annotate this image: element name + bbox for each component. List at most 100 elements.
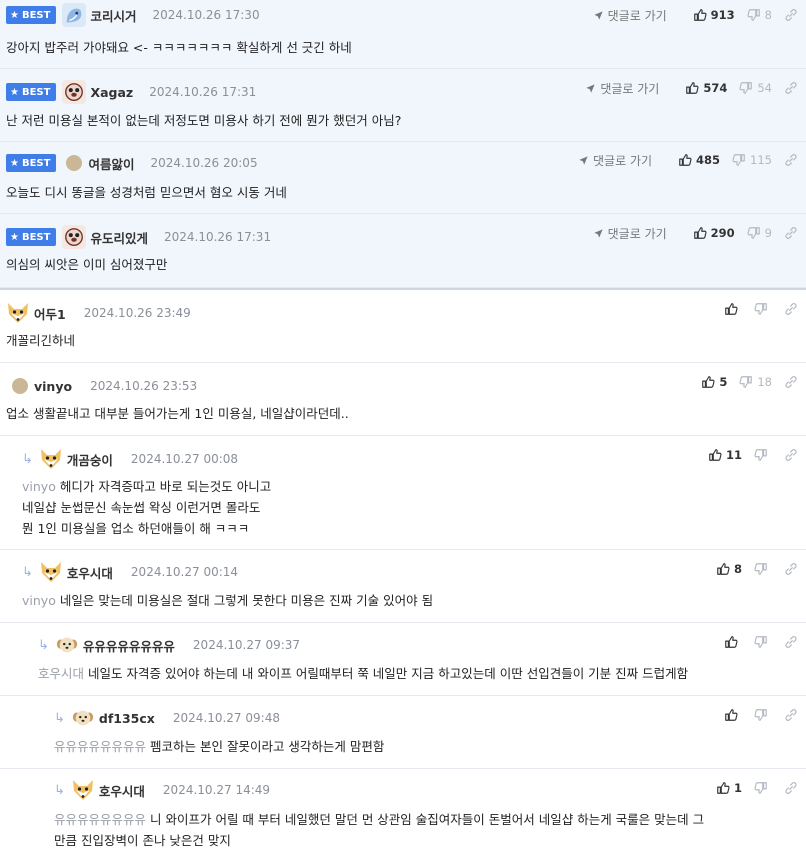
nickname[interactable]: 여름앓이 — [88, 154, 134, 173]
downvote-button[interactable]: 8 — [747, 8, 772, 22]
upvote-button[interactable]: 485 — [678, 153, 720, 167]
upvote-button[interactable]: 11 — [708, 448, 742, 462]
comment-date: 2024.10.27 00:08 — [130, 452, 239, 466]
avatar[interactable] — [62, 225, 87, 249]
upvote-button[interactable]: 913 — [693, 8, 735, 22]
nickname[interactable]: vinyo — [34, 379, 72, 394]
best-badge: ★ BEST — [6, 6, 57, 24]
comment-body: vinyo 헤디가 자격증따고 바로 되는것도 아니고 네일샵 눈썹문신 속눈썹 … — [22, 476, 271, 539]
thumb-down-icon — [739, 81, 753, 95]
link-button[interactable] — [784, 8, 798, 22]
mention-username[interactable]: vinyo — [22, 593, 56, 608]
nickname[interactable]: 코리시거 — [90, 6, 136, 25]
avatar[interactable] — [62, 80, 87, 104]
link-button[interactable] — [784, 635, 798, 649]
upvote-button[interactable] — [724, 635, 742, 649]
downvote-button[interactable]: 9 — [747, 226, 772, 240]
thumb-up-icon — [724, 708, 738, 722]
link-icon — [784, 226, 798, 240]
fox-avatar-icon — [39, 560, 63, 584]
go-to-reply-link[interactable]: 댓글로 가기 — [585, 80, 659, 97]
avatar[interactable] — [39, 447, 63, 471]
downvote-button[interactable]: 18 — [739, 375, 772, 389]
comment: vinyo 2024.10.26 23:53 5 18 업소 생활끝내고 대부분… — [0, 363, 806, 436]
avatar[interactable] — [66, 155, 83, 171]
link-button[interactable] — [784, 302, 798, 316]
reply-comment: ↳ 개곰숭이 2024.10.27 00:08 11 vinyo 헤디가 자격증따… — [0, 436, 806, 550]
downvote-button[interactable]: 115 — [732, 153, 772, 167]
nickname[interactable]: Xagaz — [90, 85, 133, 100]
comment-text: 헤디가 자격증따고 바로 되는것도 아니고 네일샵 눈썹문신 속눈썹 왁싱 이런… — [22, 479, 272, 536]
avatar[interactable] — [71, 778, 95, 802]
mention-username[interactable]: 유유유유유유유유 — [54, 739, 146, 754]
mention-username[interactable]: 유유유유유유유유 — [54, 812, 146, 827]
comment-date: 2024.10.26 17:30 — [152, 8, 260, 22]
nickname[interactable]: 개곰숭이 — [67, 450, 113, 469]
nickname[interactable]: df135cx — [99, 711, 155, 726]
nickname[interactable]: 유도리있게 — [90, 228, 148, 247]
comment-body: vinyo 네일은 맞는데 미용실은 절대 그렇게 못한다 미용은 진짜 기술 있… — [22, 590, 433, 611]
upvote-button[interactable]: 5 — [701, 375, 727, 389]
avatar[interactable] — [62, 3, 87, 27]
link-icon — [784, 81, 798, 95]
downvote-button[interactable] — [754, 708, 772, 722]
link-icon — [784, 302, 798, 316]
upvote-button[interactable] — [724, 708, 742, 722]
nickname[interactable]: 어두1 — [34, 304, 66, 323]
downvote-button[interactable]: 54 — [739, 81, 772, 95]
nickname[interactable]: 호우시대 — [99, 781, 145, 800]
avatar[interactable] — [12, 378, 28, 394]
thumb-down-icon — [747, 226, 761, 240]
upvote-button[interactable]: 574 — [685, 81, 727, 95]
downvote-button[interactable] — [754, 448, 772, 462]
go-to-reply-link[interactable]: 댓글로 가기 — [593, 7, 667, 24]
mention-username[interactable]: 호우시대 — [38, 666, 84, 681]
comment-date: 2024.10.27 09:48 — [172, 711, 280, 725]
comment-text: 펨코하는 본인 잘못이라고 생각하는게 맘편함 — [150, 739, 385, 754]
star-icon: ★ — [10, 231, 19, 243]
comment-text: 업소 생활끝내고 대부분 들어가는게 1인 미용실, 네일샵이라던데.. — [6, 406, 349, 421]
upvote-count: 913 — [710, 8, 735, 22]
upvote-count: 8 — [733, 562, 742, 576]
link-icon — [784, 635, 798, 649]
reply-arrow-icon: ↳ — [54, 710, 65, 726]
comment-date: 2024.10.27 14:49 — [162, 783, 271, 797]
nickname[interactable]: 호우시대 — [67, 563, 113, 582]
upvote-button[interactable] — [724, 302, 742, 316]
comment-actions: 댓글로 가기 574 54 — [585, 73, 798, 103]
downvote-button[interactable] — [754, 562, 772, 576]
avatar[interactable] — [6, 301, 30, 325]
comment-actions: 1 — [704, 773, 798, 803]
best-badge: ★ BEST — [6, 228, 57, 246]
thumb-up-icon — [724, 635, 738, 649]
comment-text: 네일은 맞는데 미용실은 절대 그렇게 못한다 미용은 진짜 기술 있어야 됨 — [59, 593, 434, 608]
downvote-button[interactable] — [754, 302, 772, 316]
comment-header: ↳ 호우시대 2024.10.27 14:49 — [54, 775, 270, 805]
link-button[interactable] — [784, 375, 798, 389]
avatar[interactable] — [39, 560, 63, 584]
avatar[interactable] — [55, 633, 79, 657]
go-to-reply-link[interactable]: 댓글로 가기 — [578, 152, 652, 169]
link-button[interactable] — [784, 708, 798, 722]
downvote-button[interactable] — [754, 635, 772, 649]
link-icon — [784, 708, 798, 722]
upvote-count: 290 — [710, 226, 735, 240]
upvote-button[interactable]: 1 — [716, 781, 742, 795]
link-button[interactable] — [784, 448, 798, 462]
link-button[interactable] — [784, 781, 798, 795]
go-to-reply-link[interactable]: 댓글로 가기 — [593, 225, 667, 242]
upvote-button[interactable]: 8 — [716, 562, 742, 576]
link-button[interactable] — [784, 562, 798, 576]
comment-date: 2024.10.26 20:05 — [150, 156, 258, 170]
mention-username[interactable]: vinyo — [22, 479, 56, 494]
link-button[interactable] — [784, 153, 798, 167]
comment-text: 오늘도 디시 똥글을 성경처럼 믿으면서 혐오 시동 거네 — [6, 185, 287, 200]
downvote-button[interactable] — [754, 781, 772, 795]
link-button[interactable] — [784, 81, 798, 95]
go-to-reply-label: 댓글로 가기 — [607, 8, 667, 23]
nickname[interactable]: 유유유유유유유유 — [83, 636, 175, 655]
link-button[interactable] — [784, 226, 798, 240]
upvote-count: 574 — [703, 81, 728, 95]
upvote-button[interactable]: 290 — [693, 226, 735, 240]
avatar[interactable] — [71, 706, 95, 730]
